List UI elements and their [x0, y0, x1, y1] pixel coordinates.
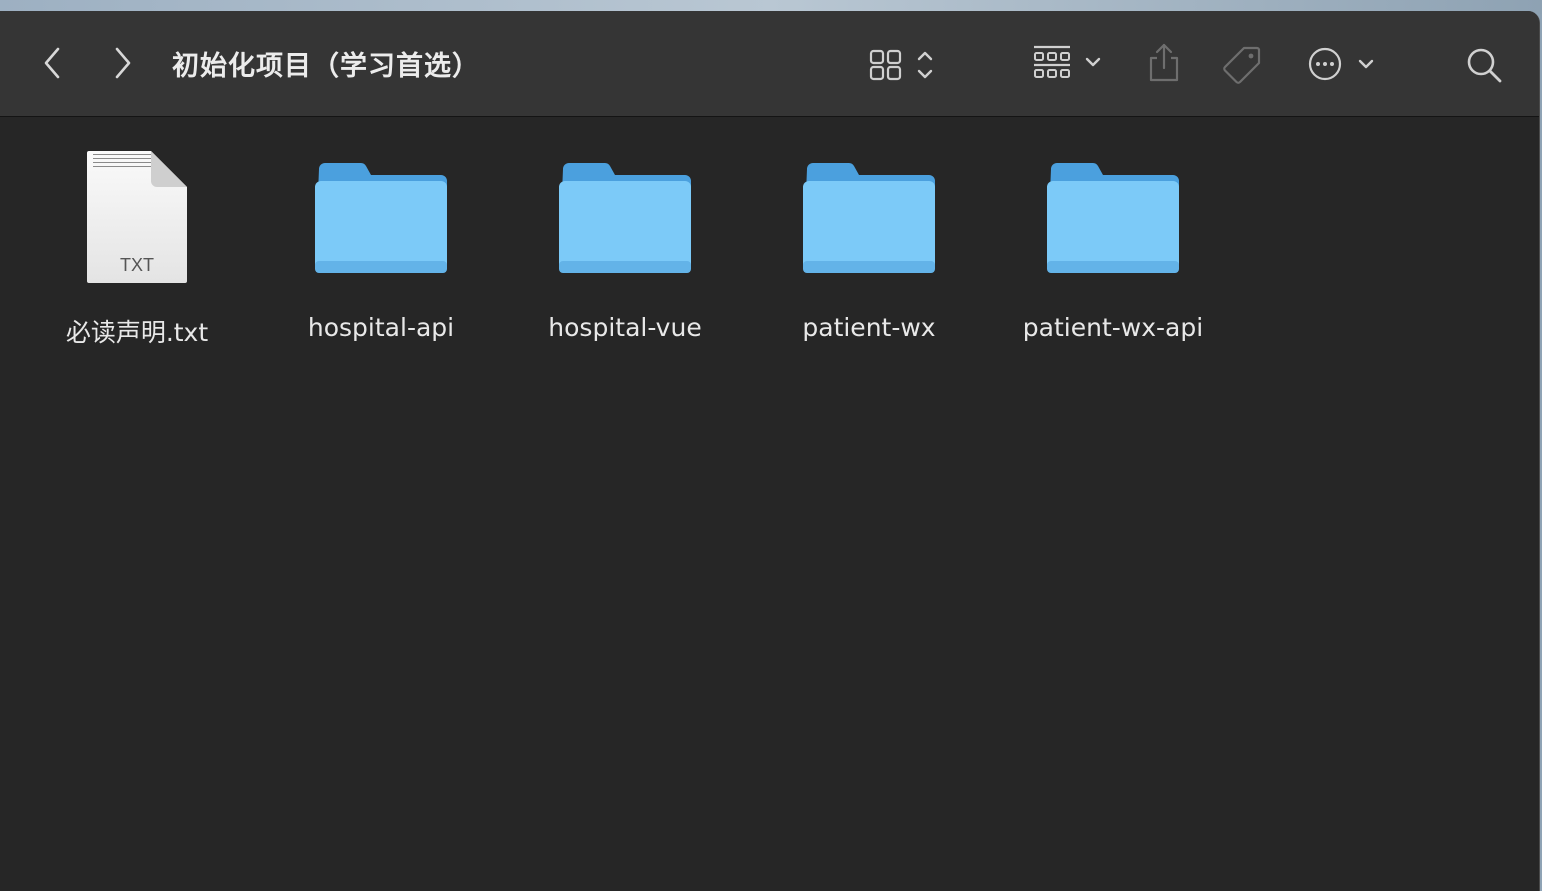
group-by-button[interactable] [1030, 43, 1106, 83]
folder-icon [1047, 163, 1179, 273]
file-item[interactable]: TXT 必读声明.txt [37, 147, 237, 349]
search-icon [1467, 48, 1502, 83]
toolbar: 初始化项目（学习首选） [0, 11, 1539, 117]
forward-button[interactable] [105, 43, 141, 83]
text-document-icon: TXT [85, 149, 189, 285]
view-mode-button[interactable] [865, 45, 941, 85]
folder-icon [559, 163, 691, 273]
folder-icon [315, 163, 447, 273]
folder-item[interactable]: hospital-api [281, 147, 481, 342]
icon-grid-view-icon [869, 49, 933, 81]
folder-icon [803, 163, 935, 273]
search-button[interactable] [1462, 43, 1506, 87]
chevron-right-icon [115, 47, 131, 79]
tag-button[interactable] [1220, 43, 1264, 87]
group-by-icon [1034, 45, 1101, 78]
folder-name: patient-wx-api [1022, 313, 1204, 342]
chevron-left-icon [44, 47, 60, 79]
finder-window: 初始化项目（学习首选） TXT 必读声明.txt hospital-api ho… [0, 11, 1540, 891]
folder-item[interactable]: patient-wx [769, 147, 969, 342]
back-button[interactable] [34, 43, 70, 83]
share-button[interactable] [1144, 41, 1184, 85]
share-icon [1149, 43, 1179, 82]
folder-name: hospital-api [307, 313, 455, 342]
window-title: 初始化项目（学习首选） [172, 51, 480, 82]
folder-item[interactable]: hospital-vue [525, 147, 725, 342]
file-type-badge: TXT [120, 255, 154, 275]
file-grid: TXT 必读声明.txt hospital-api hospital-vue p… [0, 117, 1539, 891]
folder-name: patient-wx [802, 313, 936, 342]
ellipsis-circle-icon [1308, 47, 1374, 81]
folder-name: hospital-vue [548, 313, 702, 342]
folder-item[interactable]: patient-wx-api [1013, 147, 1213, 342]
more-actions-button[interactable] [1305, 43, 1381, 85]
file-name: 必读声明.txt [65, 318, 209, 347]
tag-icon [1223, 46, 1261, 84]
